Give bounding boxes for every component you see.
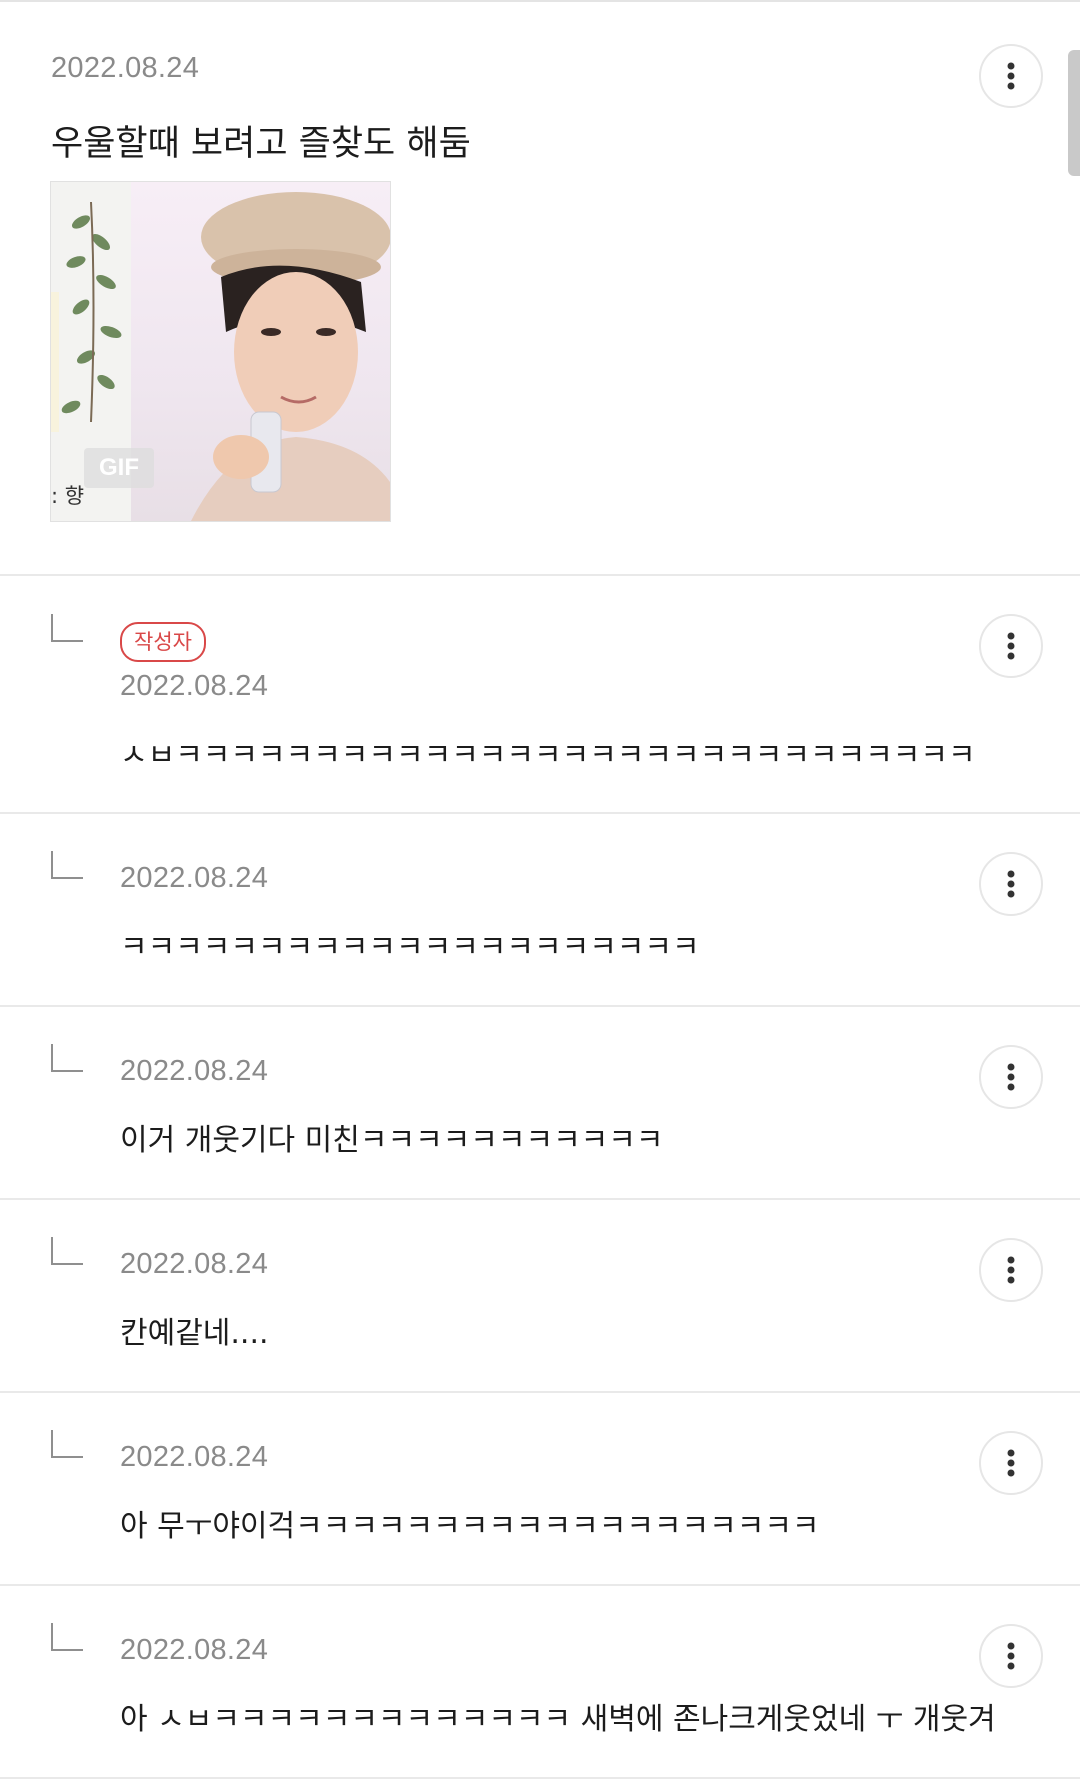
reply-more-button[interactable] [979, 1238, 1043, 1302]
divider [0, 1584, 1080, 1586]
person-image [191, 192, 390, 521]
reply-more-button[interactable] [979, 1045, 1043, 1109]
divider [0, 1005, 1080, 1007]
vertical-ellipsis-icon [1007, 1449, 1015, 1477]
post-gif-thumbnail[interactable]: GIF : 향 [50, 181, 391, 522]
vertical-ellipsis-icon [1007, 1642, 1015, 1670]
vertical-ellipsis-icon [1007, 1063, 1015, 1091]
divider [0, 812, 1080, 814]
reply-more-button[interactable] [979, 852, 1043, 916]
reply-date: 2022.08.24 [120, 1441, 269, 1473]
reply-corner-icon [51, 1044, 83, 1072]
reply-date: 2022.08.24 [120, 862, 269, 894]
reply-more-button[interactable] [979, 1624, 1043, 1688]
author-badge: 작성자 [120, 622, 206, 662]
reply-date: 2022.08.24 [120, 670, 269, 702]
top-divider [0, 0, 1080, 6]
reply-more-button[interactable] [979, 1431, 1043, 1495]
post-text: 우울할때 보려고 즐찾도 해둠 [51, 124, 471, 164]
reply-text: ㅋㅋㅋㅋㅋㅋㅋㅋㅋㅋㅋㅋㅋㅋㅋㅋㅋㅋㅋㅋㅋ [120, 930, 700, 965]
post-date: 2022.08.24 [51, 52, 200, 84]
divider [0, 1198, 1080, 1200]
reply-corner-icon [51, 614, 83, 642]
divider [0, 1391, 1080, 1393]
scrollbar-thumb[interactable] [1068, 50, 1080, 176]
reply-date: 2022.08.24 [120, 1055, 269, 1087]
divider [0, 574, 1080, 576]
reply-date: 2022.08.24 [120, 1634, 269, 1666]
divider [0, 1777, 1080, 1779]
vertical-ellipsis-icon [1007, 62, 1015, 90]
gif-caption-text: : 향 [51, 484, 85, 508]
reply-text: 칸예같네.... [120, 1316, 269, 1351]
reply-more-button[interactable] [979, 614, 1043, 678]
reply-text: 아 무ㅜ야이걱ㅋㅋㅋㅋㅋㅋㅋㅋㅋㅋㅋㅋㅋㅋㅋㅋㅋㅋㅋ [120, 1509, 820, 1544]
reply-text: 이거 개웃기다 미친ㅋㅋㅋㅋㅋㅋㅋㅋㅋㅋㅋ [120, 1123, 664, 1158]
thumbnail-person-panel [131, 182, 390, 521]
reply-text: 아 ㅅㅂㅋㅋㅋㅋㅋㅋㅋㅋㅋㅋㅋㅋㅋ 새벽에 존나크게웃었네 ㅜ 개웃겨 [120, 1702, 996, 1737]
post-more-button[interactable] [979, 44, 1043, 108]
comment-thread: 2022.08.24 우울할때 보려고 즐찾도 해둠 GIF: 향 작성자 2… [0, 0, 1080, 1791]
gif-badge: GIF [84, 448, 154, 488]
reply-text: ㅅㅂㅋㅋㅋㅋㅋㅋㅋㅋㅋㅋㅋㅋㅋㅋㅋㅋㅋㅋㅋㅋㅋㅋㅋㅋㅋㅋㅋㅋㅋ [120, 738, 976, 773]
reply-corner-icon [51, 1237, 83, 1265]
reply-date: 2022.08.24 [120, 1248, 269, 1280]
vertical-ellipsis-icon [1007, 632, 1015, 660]
vertical-ellipsis-icon [1007, 870, 1015, 898]
vertical-ellipsis-icon [1007, 1256, 1015, 1284]
reply-corner-icon [51, 851, 83, 879]
reply-corner-icon [51, 1623, 83, 1651]
reply-corner-icon [51, 1430, 83, 1458]
